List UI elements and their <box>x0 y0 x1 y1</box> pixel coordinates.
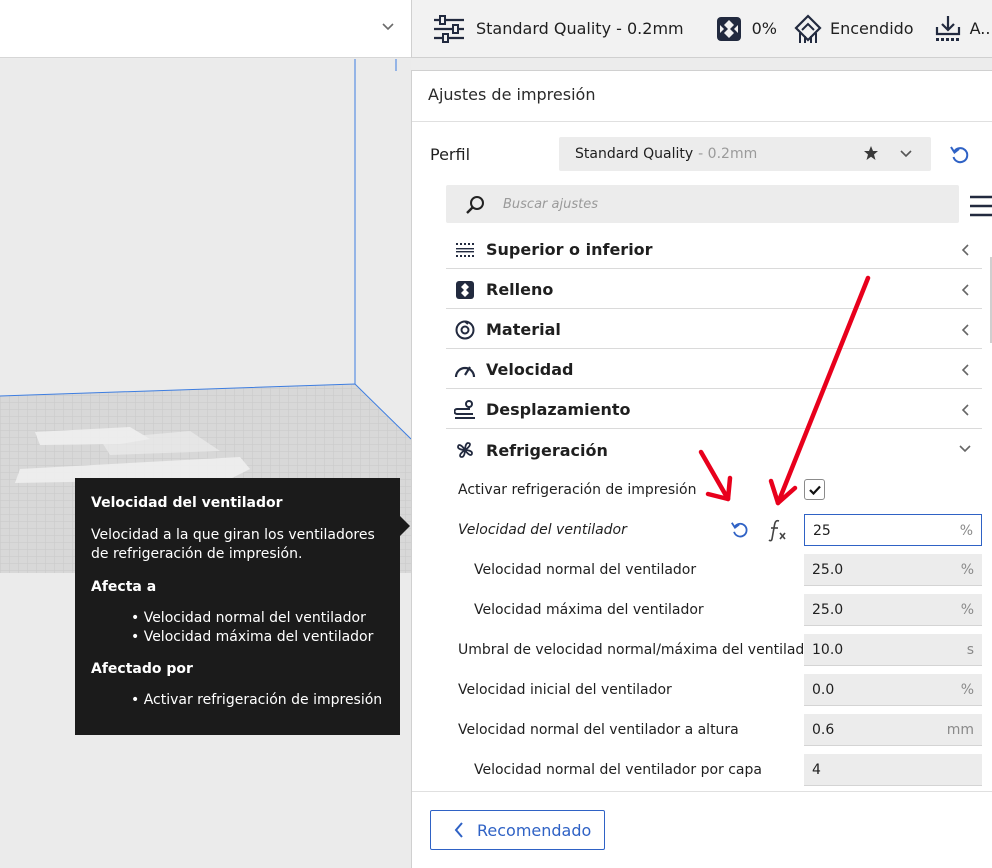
annotation-overlay <box>698 275 871 506</box>
annotation-arrow-reset <box>698 449 733 502</box>
annotation-arrow-function <box>768 275 871 506</box>
